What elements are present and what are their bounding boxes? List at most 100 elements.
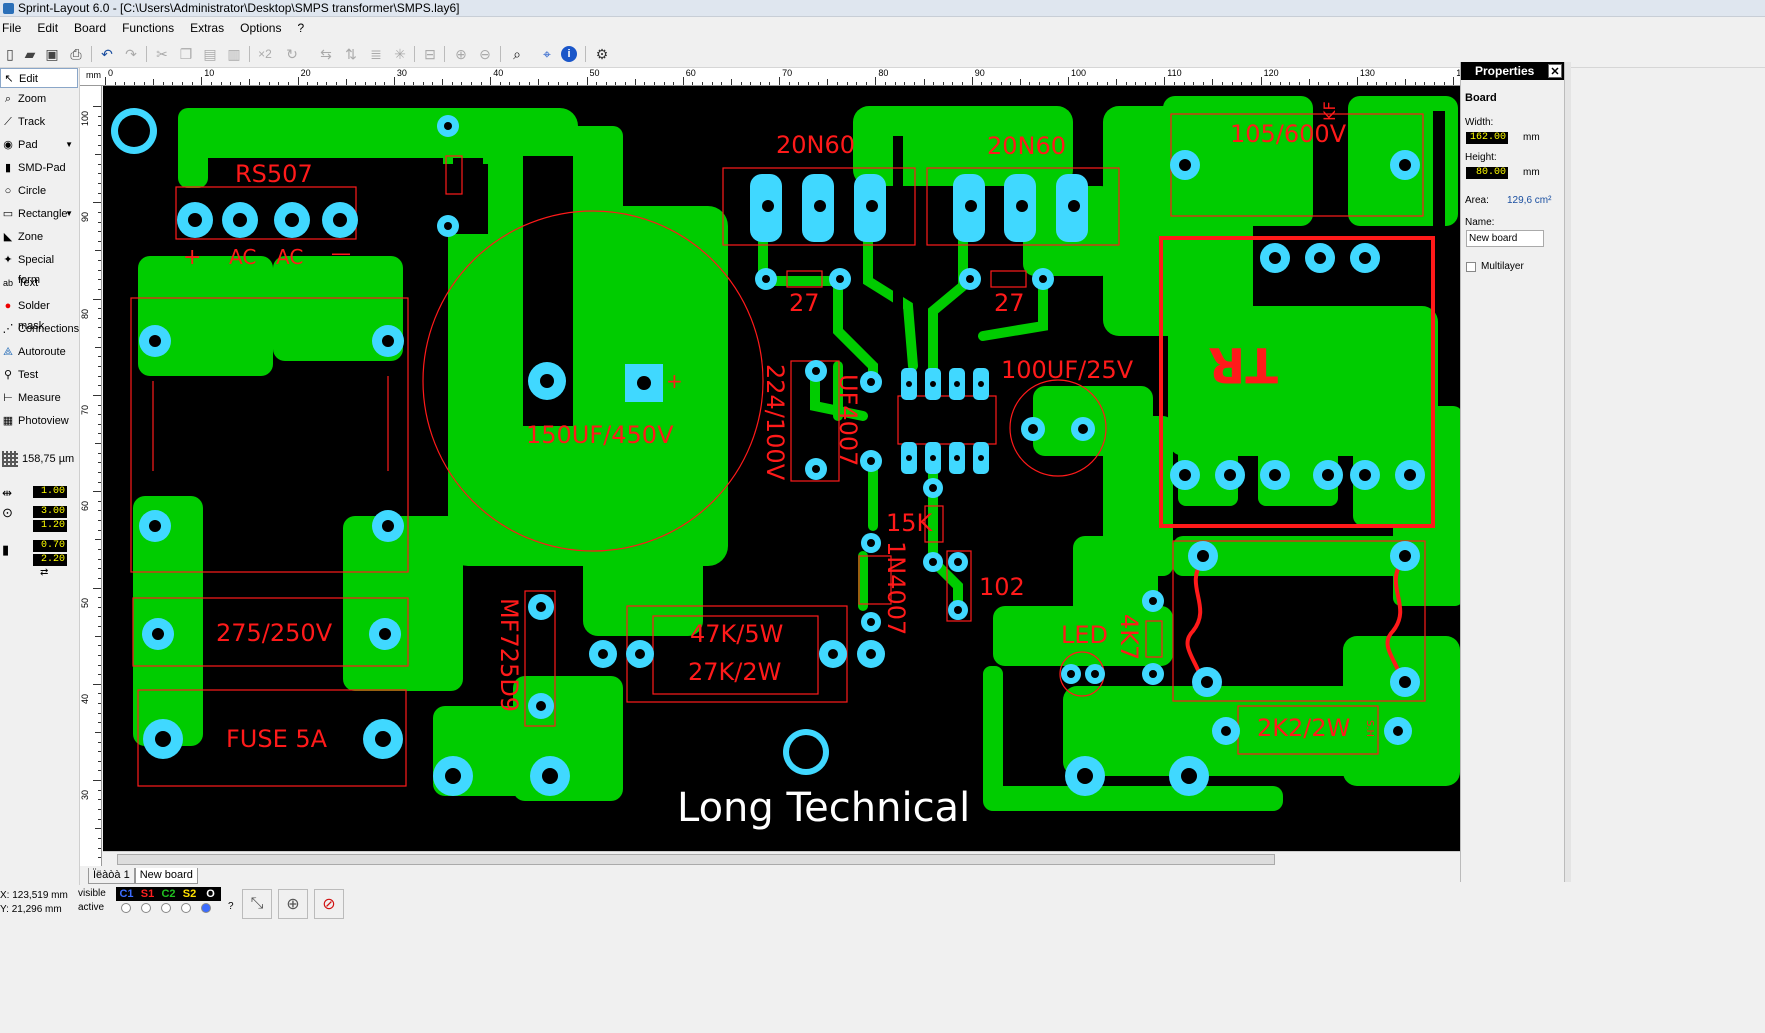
active-radio-s1[interactable] (141, 903, 151, 913)
settings-gear-icon[interactable]: ⚙ (592, 44, 612, 64)
scrollbar-thumb[interactable] (117, 854, 1275, 865)
ruler-minor-tick (1039, 82, 1041, 85)
tool-zone[interactable]: ◣ Zone (0, 227, 78, 247)
cut-icon[interactable]: ✂ (152, 44, 172, 64)
tool-pad[interactable]: ◉ Pad ▼ (0, 135, 78, 155)
visible-label: visible (78, 888, 106, 899)
unlock-icon[interactable]: ⊖ (475, 44, 495, 64)
redo-icon[interactable]: ↷ (121, 44, 141, 64)
pcb-canvas[interactable]: RS507 + AC AC — 150UF/450V + 20N60 20N60… (103, 86, 1460, 851)
ruler-minor-tick (98, 712, 101, 714)
properties-scrollbar[interactable] (1565, 62, 1571, 882)
lock-icon[interactable]: ⊕ (451, 44, 471, 64)
connections-off-icon[interactable]: ⊘ (314, 889, 344, 919)
tool-solder-mask[interactable]: ● Solder mask (0, 296, 78, 332)
rotate-icon[interactable]: ↻ (282, 44, 302, 64)
menu-file[interactable]: File (0, 21, 29, 35)
tab-sheet-1[interactable]: Ïëàòà 1 (88, 868, 135, 884)
menu-functions[interactable]: Functions (114, 21, 182, 35)
photoview-icon: ▦ (2, 415, 14, 427)
close-icon[interactable]: ✕ (1548, 64, 1562, 78)
swap-icon[interactable]: ⇄ (40, 567, 48, 578)
undo-icon[interactable]: ↶ (97, 44, 117, 64)
ruler-minor-tick (1193, 82, 1195, 85)
menu-help[interactable]: ? (289, 21, 312, 35)
menu-board[interactable]: Board (66, 21, 114, 35)
dropdown-arrow-icon[interactable]: ▼ (65, 135, 73, 155)
delete-icon[interactable]: ▥ (224, 44, 244, 64)
ruler-minor-tick (162, 82, 164, 85)
tool-special-form[interactable]: ✦ Special form (0, 250, 78, 286)
rubberband-icon[interactable]: ⤡ (242, 889, 272, 919)
group-icon[interactable]: ✳ (390, 44, 410, 64)
pad-outer-field[interactable]: 3.00 (33, 506, 67, 518)
tool-text[interactable]: ab Text (0, 273, 78, 293)
menu-options[interactable]: Options (232, 21, 289, 35)
tool-test[interactable]: ⚲ Test (0, 365, 78, 385)
align-icon[interactable]: ≣ (366, 44, 386, 64)
info-icon[interactable]: i (561, 46, 577, 62)
tool-autoroute[interactable]: ⟁ Autoroute (0, 342, 78, 362)
zoom-icon[interactable]: ⌕ (507, 44, 527, 64)
smd-width-field[interactable]: 0.70 (33, 540, 67, 552)
horizontal-scrollbar[interactable] (103, 851, 1460, 867)
active-radio-c2[interactable] (161, 903, 171, 913)
paste-icon[interactable]: ▤ (200, 44, 220, 64)
text-icon: ab (2, 278, 13, 288)
layer-s1[interactable]: S1 (137, 887, 158, 901)
layer-s2[interactable]: S2 (179, 887, 200, 901)
layer-help[interactable]: ? (228, 901, 234, 912)
tool-label: Connections (18, 323, 80, 335)
ruler-label: 20 (300, 68, 311, 78)
dropdown-arrow-icon[interactable]: ▼ (65, 204, 73, 224)
snap-icon[interactable]: ⌖ (537, 44, 557, 64)
label-res-2k2: 2K2/2W (1257, 714, 1350, 742)
mirror-v-icon[interactable]: ⇅ (341, 44, 361, 64)
print-icon[interactable]: ⎙ (66, 44, 86, 64)
multilayer-checkbox[interactable] (1466, 262, 1476, 272)
layer-c1[interactable]: C1 (116, 887, 137, 901)
tool-smd-pad[interactable]: ▮ SMD-Pad (0, 158, 78, 178)
copy-icon[interactable]: ❐ (176, 44, 196, 64)
menu-extras[interactable]: Extras (182, 21, 232, 35)
crosshair-icon[interactable]: ⊕ (278, 889, 308, 919)
layer-icon[interactable]: ⊟ (420, 44, 440, 64)
tool-connections[interactable]: ⋰ Connections (0, 319, 80, 339)
label-cap-main: 150UF/450V (526, 421, 674, 449)
grid-size-selector[interactable]: 158,75 µm (0, 448, 78, 470)
label-rs507: RS507 (235, 160, 313, 188)
layer-active-row: active (78, 901, 224, 915)
tool-rectangle[interactable]: ▭ Rectangle ▼ (0, 204, 78, 224)
pcb-layout[interactable]: RS507 + AC AC — 150UF/450V + 20N60 20N60… (103, 86, 1460, 851)
mirror-h-icon[interactable]: ⇆ (316, 44, 336, 64)
ruler-label: 50 (80, 597, 90, 608)
tool-circle[interactable]: ○ Circle (0, 181, 78, 201)
toolbar-separator (414, 46, 415, 62)
layer-c2[interactable]: C2 (158, 887, 179, 901)
active-radio-o[interactable] (201, 903, 211, 913)
layer-o[interactable]: O (200, 887, 221, 901)
board-height-field[interactable]: 80.00 (1466, 167, 1508, 179)
track-width-field[interactable]: 1.00 (33, 486, 67, 498)
save-icon[interactable]: ▣ (42, 44, 62, 64)
tab-new-board[interactable]: New board (134, 868, 198, 884)
tool-label: Track (18, 116, 46, 128)
tool-edit[interactable]: ↖ Edit (0, 68, 78, 88)
active-radio-s2[interactable] (181, 903, 191, 913)
ruler-minor-tick (721, 82, 723, 85)
smd-height-field[interactable]: 2.20 (33, 554, 67, 566)
tool-photoview[interactable]: ▦ Photoview (0, 411, 78, 431)
tool-track[interactable]: ⟋ Track (0, 112, 78, 132)
ruler-tick (1068, 77, 1069, 85)
menu-edit[interactable]: Edit (29, 21, 66, 35)
tool-measure[interactable]: ⊢ Measure (0, 388, 78, 408)
board-width-field[interactable]: 162.00 (1466, 132, 1508, 144)
duplicate-icon[interactable]: ×2 (255, 44, 275, 64)
open-folder-icon[interactable]: ▰ (20, 44, 40, 64)
ruler-minor-tick (1000, 82, 1002, 85)
active-radio-c1[interactable] (121, 903, 131, 913)
board-name-input[interactable]: New board (1466, 230, 1544, 247)
tool-zoom[interactable]: ⌕ Zoom (0, 89, 78, 109)
pad-inner-field[interactable]: 1.20 (33, 520, 67, 532)
new-file-icon[interactable]: ▯ (0, 44, 20, 64)
